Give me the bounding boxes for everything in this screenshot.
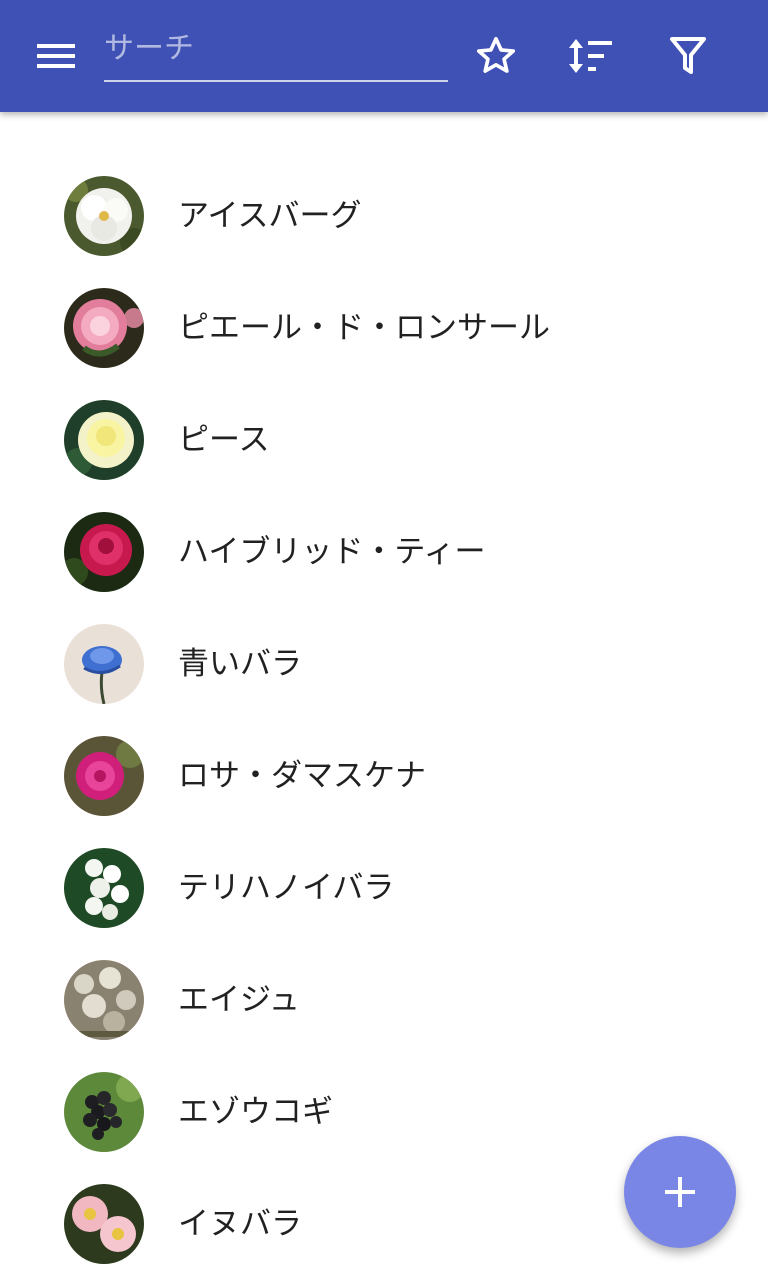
sort-icon	[569, 39, 612, 73]
item-label: イヌバラ	[178, 1206, 302, 1242]
search-field[interactable]	[104, 20, 448, 82]
add-button[interactable]	[624, 1136, 736, 1248]
item-label: テリハノイバラ	[178, 870, 395, 906]
thumbnail-red-rose	[64, 512, 144, 592]
list-item[interactable]: エイジュ	[0, 944, 768, 1056]
plus-icon	[665, 1177, 695, 1207]
plant-list: アイスバーグ ピエール・ド・ロンサール ピース ハイブリッド・ティー 青いバラ …	[0, 160, 768, 1280]
thumbnail-black-berries	[64, 1072, 144, 1152]
thumbnail-white-shrub-flower	[64, 960, 144, 1040]
item-label: エイジュ	[178, 982, 300, 1018]
search-input[interactable]	[104, 24, 448, 72]
thumbnail-magenta-rose	[64, 736, 144, 816]
menu-button[interactable]	[24, 32, 88, 80]
sort-button[interactable]	[563, 28, 619, 84]
favorites-button[interactable]	[468, 28, 524, 84]
app-bar	[0, 0, 768, 112]
thumbnail-pale-pink-flower	[64, 1184, 144, 1264]
item-label: 青いバラ	[178, 646, 302, 682]
thumbnail-yellow-rose	[64, 400, 144, 480]
list-item[interactable]: ピース	[0, 384, 768, 496]
list-item[interactable]: 青いバラ	[0, 608, 768, 720]
list-item[interactable]: テリハノイバラ	[0, 832, 768, 944]
list-item[interactable]: ハイブリッド・ティー	[0, 496, 768, 608]
filter-button[interactable]	[660, 28, 716, 84]
list-item[interactable]: アイスバーグ	[0, 160, 768, 272]
item-label: ピエール・ド・ロンサール	[178, 310, 550, 346]
thumbnail-white-cluster-flower	[64, 848, 144, 928]
item-label: エゾウコギ	[178, 1094, 333, 1130]
item-label: ロサ・ダマスケナ	[178, 758, 426, 794]
list-item[interactable]: ピエール・ド・ロンサール	[0, 272, 768, 384]
star-icon	[476, 36, 516, 73]
thumbnail-white-rose	[64, 176, 144, 256]
item-label: アイスバーグ	[178, 198, 362, 234]
thumbnail-blue-rose	[64, 624, 144, 704]
item-label: ハイブリッド・ティー	[178, 534, 486, 570]
thumbnail-pink-rose	[64, 288, 144, 368]
list-item[interactable]: ロサ・ダマスケナ	[0, 720, 768, 832]
filter-icon	[670, 37, 706, 74]
menu-icon	[37, 44, 75, 68]
item-label: ピース	[178, 422, 270, 458]
